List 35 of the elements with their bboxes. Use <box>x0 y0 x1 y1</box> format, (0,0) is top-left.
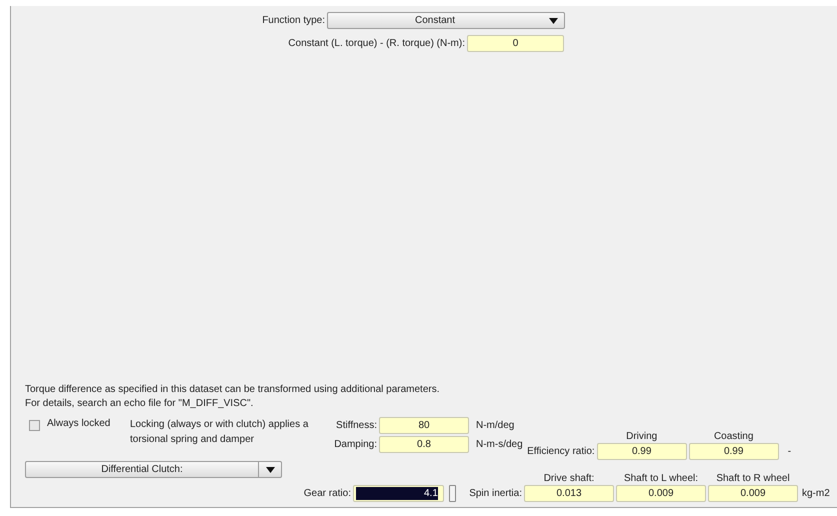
clutch-dropdown[interactable]: Differential Clutch: <box>25 461 282 478</box>
input-field[interactable]: 4.1 <box>353 485 444 502</box>
field-label: Stiffness: <box>335 420 378 431</box>
function-type-dropdown[interactable]: Constant <box>327 12 565 29</box>
column-header: Coasting <box>712 431 754 442</box>
column-header: Driving <box>625 431 658 442</box>
description-text: Torque difference as specified in this dataset can be transformed using additional parameters. <box>25 383 441 397</box>
column-header: Shaft to L wheel: <box>622 473 700 484</box>
unit-label: - <box>788 446 792 457</box>
checkbox-label: Always locked <box>47 418 110 429</box>
field-label: Function type: <box>261 15 326 26</box>
column-header: Shaft to R wheel <box>715 473 791 484</box>
input-field[interactable]: 80 <box>379 417 469 434</box>
field-label: Spin inertia: <box>468 488 523 499</box>
spin-control[interactable] <box>449 485 456 502</box>
checkbox[interactable] <box>29 420 40 431</box>
input-field[interactable]: 0.8 <box>379 436 469 453</box>
input-field[interactable]: 0.013 <box>524 485 614 502</box>
input-field[interactable]: 0 <box>467 35 564 52</box>
unit-label: N-m/deg <box>476 420 514 431</box>
locking-note: Locking (always or with clutch) applies a torsional spring and damper <box>130 418 310 447</box>
input-field[interactable]: 0.009 <box>708 485 798 502</box>
field-label: Constant (L. torque) - (R. torque) (N-m): <box>287 38 466 49</box>
input-field[interactable]: 0.99 <box>596 443 687 460</box>
dropdown-arrow-icon <box>548 18 558 24</box>
dropdown-arrow-icon <box>266 466 274 472</box>
input-field[interactable]: 0.009 <box>616 485 706 502</box>
unit-label: kg-m2 <box>802 488 830 499</box>
column-header: Drive shaft: <box>542 473 596 484</box>
input-field[interactable]: 0.99 <box>688 443 779 460</box>
field-label: Gear ratio: <box>302 488 352 499</box>
field-label: Efficiency ratio: <box>526 446 596 457</box>
field-label: Damping: <box>333 439 378 450</box>
description-text: For details, search an echo file for "M_DIFF_VISC". <box>25 397 254 411</box>
unit-label: N-m-s/deg <box>476 439 523 450</box>
